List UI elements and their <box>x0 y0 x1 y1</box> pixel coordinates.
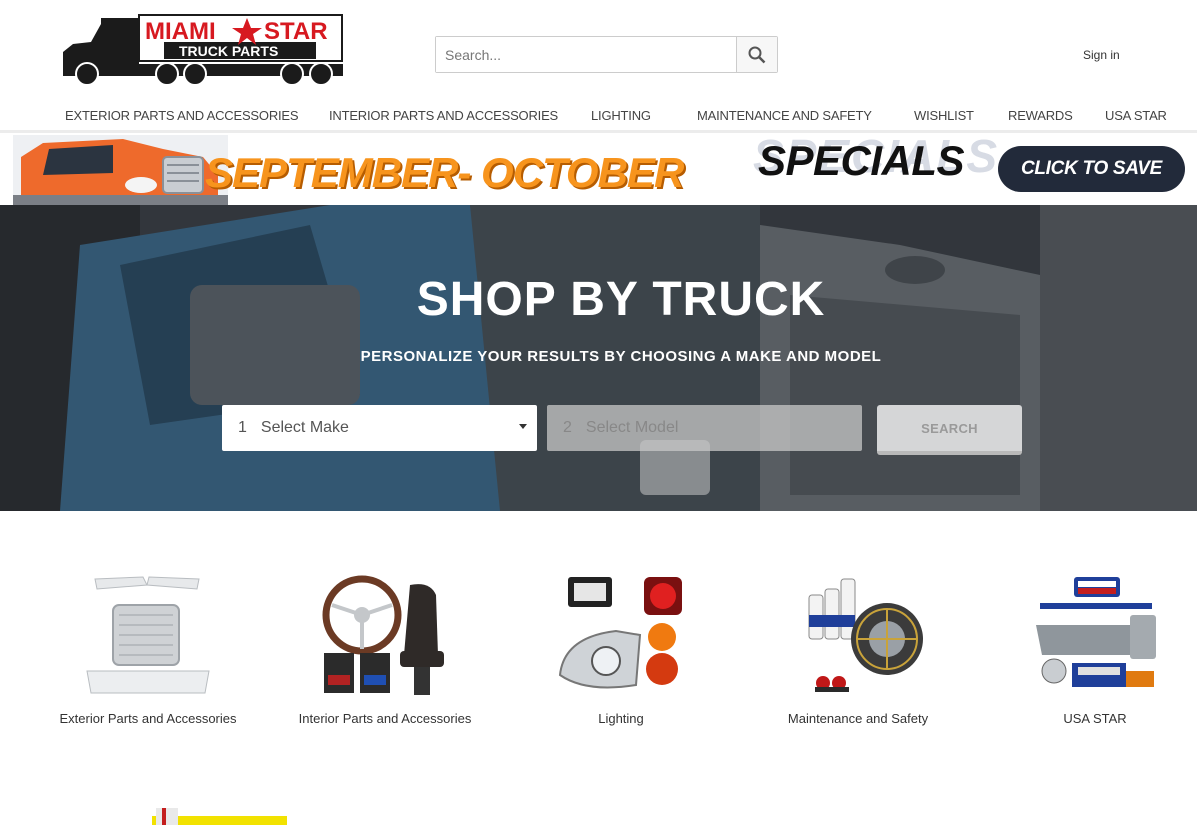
search-button[interactable] <box>736 37 777 72</box>
category-usa-star[interactable]: USA STAR <box>995 575 1195 727</box>
banner-title: SEPTEMBER- OCTOBER <box>205 149 684 196</box>
nav-item-usa-star[interactable]: USA STAR <box>1105 108 1167 123</box>
nav-item-exterior-parts[interactable]: EXTERIOR PARTS AND ACCESSORIES <box>65 108 299 123</box>
category-label: Interior Parts and Accessories <box>298 711 472 726</box>
shop-by-truck-hero: SHOP BY TRUCK PERSONALIZE YOUR RESULTS B… <box>0 205 1197 511</box>
category-interior-parts[interactable]: Interior Parts and Accessories <box>285 575 485 727</box>
svg-text:MIAMI: MIAMI <box>145 18 216 45</box>
search-icon <box>748 46 766 63</box>
nav-item-rewards[interactable]: REWARDS <box>1008 108 1073 123</box>
nav-item-interior-parts[interactable]: INTERIOR PARTS AND ACCESSORIES <box>329 108 558 123</box>
category-maintenance-safety[interactable]: Maintenance and Safety <box>758 575 958 727</box>
select-make-dropdown[interactable]: 1 Select Make <box>222 405 537 451</box>
truck-search-button[interactable]: SEARCH <box>877 405 1022 455</box>
exterior-parts-image <box>86 576 210 694</box>
nav-item-maintenance-safety[interactable]: MAINTENANCE AND SAFETY <box>697 108 872 123</box>
make-select-label: Select Make <box>260 419 349 436</box>
model-step-number: 2 <box>563 419 572 436</box>
banner-truck-image <box>13 135 228 205</box>
nav-item-wishlist[interactable]: WISHLIST <box>914 108 974 123</box>
site-logo[interactable]: MIAMI STAR TRUCK PARTS <box>61 14 343 86</box>
partial-category-image <box>152 808 287 825</box>
search-bar <box>435 36 778 73</box>
hero-title: SHOP BY TRUCK <box>416 273 826 326</box>
main-nav: EXTERIOR PARTS AND ACCESSORIES INTERIOR … <box>0 100 1197 133</box>
category-label: Exterior Parts and Accessories <box>59 711 237 726</box>
category-label: Maintenance and Safety <box>787 711 929 726</box>
make-step-number: 1 <box>238 419 247 436</box>
category-label: USA STAR <box>1063 711 1127 726</box>
svg-text:TRUCK PARTS: TRUCK PARTS <box>179 43 278 59</box>
site-header: MIAMI STAR TRUCK PARTS Sign in <box>0 0 1197 100</box>
hero-subtitle: PERSONALIZE YOUR RESULTS BY CHOOSING A M… <box>360 348 882 365</box>
lighting-image <box>558 577 682 689</box>
banner-specials: SPECIALS <box>758 137 965 184</box>
interior-parts-image <box>322 575 444 695</box>
chevron-down-icon <box>519 424 527 429</box>
select-model-dropdown[interactable]: 2 Select Model <box>547 405 862 451</box>
category-label: Lighting <box>598 711 644 726</box>
model-select-label: Select Model <box>585 419 679 436</box>
nav-item-lighting[interactable]: LIGHTING <box>591 108 651 123</box>
category-exterior-parts[interactable]: Exterior Parts and Accessories <box>48 575 248 727</box>
category-lighting[interactable]: Lighting <box>521 575 721 727</box>
usa-star-image <box>1036 577 1156 687</box>
search-input[interactable] <box>436 37 736 72</box>
maintenance-safety-image <box>808 578 923 692</box>
sign-in-link[interactable]: Sign in <box>1083 48 1120 62</box>
click-to-save-button[interactable]: CLICK TO SAVE <box>998 146 1185 192</box>
promo-banner[interactable]: SPECIALS SEPTEMBER- OCTOBER SPECIALS CLI… <box>13 135 1197 205</box>
svg-text:STAR: STAR <box>264 18 328 45</box>
